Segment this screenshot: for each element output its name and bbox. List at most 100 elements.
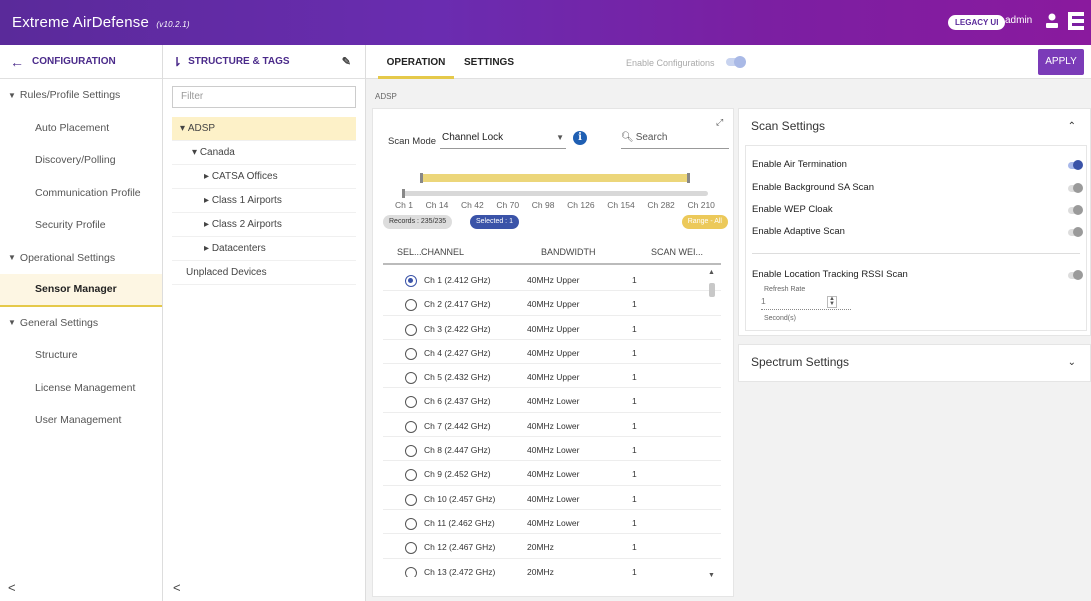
expand-icon[interactable]: ⤢: [716, 117, 723, 128]
nav-item-sensor-manager[interactable]: Sensor Manager: [0, 274, 162, 307]
table-row[interactable]: Ch 3 (2.422 GHz) 40MHz Upper 1: [383, 316, 721, 340]
column-bandwidth[interactable]: BANDWIDTH: [541, 247, 596, 257]
column-channel[interactable]: CHANNEL: [421, 247, 464, 257]
nav-item-license-management[interactable]: License Management: [0, 372, 162, 405]
channel-tick-label: Ch 70: [496, 200, 520, 210]
row-radio-button[interactable]: [405, 372, 417, 385]
tab-operation[interactable]: OPERATION: [378, 45, 454, 79]
chevron-up-icon[interactable]: ⌃: [1068, 121, 1076, 132]
structure-header: ⇂ STRUCTURE & TAGS ✎: [163, 45, 365, 79]
scroll-down-icon[interactable]: ▼: [708, 572, 715, 579]
nav-item-security-profile[interactable]: Security Profile: [0, 209, 162, 242]
tree-node[interactable]: ▸ Class 1 Airports: [172, 189, 356, 213]
cell-channel: Ch 1 (2.412 GHz): [424, 275, 491, 285]
air-termination-toggle[interactable]: [1068, 160, 1083, 170]
row-radio-button[interactable]: [405, 517, 417, 530]
spectrum-settings-panel[interactable]: Spectrum Settings ⌄: [738, 344, 1091, 382]
structure-heading: STRUCTURE & TAGS: [188, 56, 290, 67]
table-row[interactable]: Ch 13 (2.472 GHz) 20MHz 1: [383, 559, 721, 577]
selected-badge[interactable]: Selected : 1: [470, 215, 519, 229]
tree-toggle-icon[interactable]: ▾: [192, 147, 200, 158]
stepper-arrows-icon[interactable]: ▲ ▼: [827, 296, 837, 308]
table-row[interactable]: Ch 7 (2.442 GHz) 40MHz Lower 1: [383, 413, 721, 438]
table-row[interactable]: Ch 4 (2.427 GHz) 40MHz Upper 1: [383, 340, 721, 365]
row-radio-button[interactable]: [405, 566, 417, 577]
tree-node[interactable]: ▸ CATSA Offices: [172, 165, 356, 189]
table-row[interactable]: Ch 9 (2.452 GHz) 40MHz Lower 1: [383, 461, 721, 486]
edit-pencil-icon[interactable]: ✎: [342, 55, 351, 68]
range-end-handle[interactable]: [687, 173, 690, 183]
range-selection-bar[interactable]: [420, 173, 690, 183]
username-label[interactable]: admin: [1005, 15, 1032, 26]
row-radio-button[interactable]: [405, 420, 417, 433]
table-header: SEL... CHANNEL BANDWIDTH SCAN WEI...: [383, 239, 721, 265]
row-radio-button[interactable]: [405, 396, 417, 409]
row-radio-button[interactable]: [405, 542, 417, 555]
row-radio-button[interactable]: [405, 275, 417, 287]
tabs-bar: OPERATION SETTINGS Enable Configurations…: [366, 45, 1091, 79]
range-badge[interactable]: Range - All: [681, 215, 728, 229]
tree-toggle-icon[interactable]: ▸: [204, 243, 212, 254]
row-radio-button[interactable]: [405, 299, 417, 312]
tree-node[interactable]: ▾ Canada: [172, 141, 356, 165]
tree-node[interactable]: ▾ ADSP: [172, 117, 356, 141]
tree-node[interactable]: ▸ Class 2 Airports: [172, 213, 356, 237]
tab-settings[interactable]: SETTINGS: [464, 45, 514, 79]
table-row[interactable]: Ch 12 (2.467 GHz) 20MHz 1: [383, 534, 721, 559]
collapse-nav-icon[interactable]: <: [8, 580, 16, 595]
nav-item-operational-settings[interactable]: ▼ Operational Settings: [0, 242, 162, 275]
row-radio-button[interactable]: [405, 323, 417, 336]
scroll-thumb[interactable]: [709, 283, 715, 297]
channel-search-input[interactable]: 🔍︎ Search: [621, 129, 729, 149]
apply-button[interactable]: APPLY: [1038, 49, 1084, 75]
nav-item-label: License Management: [35, 381, 136, 394]
nav-item-auto-placement[interactable]: Auto Placement: [0, 112, 162, 145]
table-row[interactable]: Ch 5 (2.432 GHz) 40MHz Upper 1: [383, 364, 721, 389]
nav-item-discovery-polling[interactable]: Discovery/Polling: [0, 144, 162, 177]
nav-item-general-settings[interactable]: ▼ General Settings: [0, 307, 162, 340]
background-sa-toggle[interactable]: [1068, 183, 1083, 193]
configuration-back-button[interactable]: ← CONFIGURATION: [0, 45, 162, 79]
scroll-up-icon[interactable]: ▲: [708, 269, 715, 276]
collapse-structure-icon[interactable]: <: [173, 580, 181, 595]
range-start-handle[interactable]: [420, 173, 423, 183]
table-row[interactable]: Ch 8 (2.447 GHz) 40MHz Lower 1: [383, 437, 721, 462]
location-tracking-toggle[interactable]: [1068, 270, 1083, 280]
table-row[interactable]: Ch 2 (2.417 GHz) 40MHz Upper 1: [383, 291, 721, 316]
table-row[interactable]: Ch 6 (2.437 GHz) 40MHz Lower 1: [383, 388, 721, 413]
row-radio-button[interactable]: [405, 469, 417, 482]
tree-toggle-icon[interactable]: ▾: [180, 123, 188, 134]
row-radio-button[interactable]: [405, 445, 417, 458]
cell-channel: Ch 12 (2.467 GHz): [424, 542, 496, 553]
tree-toggle-icon[interactable]: ▸: [204, 219, 212, 230]
enable-configurations-toggle[interactable]: [726, 56, 746, 68]
column-select[interactable]: SEL...: [397, 247, 422, 257]
row-radio-button[interactable]: [405, 347, 417, 360]
wep-cloak-toggle[interactable]: [1068, 205, 1083, 215]
scan-mode-select[interactable]: Channel Lock ▼: [440, 129, 566, 149]
legacy-ui-button[interactable]: LEGACY UI: [948, 15, 1006, 30]
nav-item-structure[interactable]: Structure: [0, 339, 162, 372]
chevron-down-icon[interactable]: ⌄: [1068, 357, 1076, 368]
tree-toggle-icon[interactable]: ▸: [204, 195, 212, 206]
tree-toggle-icon[interactable]: ▸: [204, 171, 212, 182]
table-row[interactable]: Ch 11 (2.462 GHz) 40MHz Lower 1: [383, 510, 721, 535]
adaptive-scan-toggle[interactable]: [1068, 227, 1083, 237]
cell-bandwidth: 40MHz Upper: [527, 372, 580, 383]
column-scan-weight[interactable]: SCAN WEI...: [651, 247, 703, 257]
channel-slider-track[interactable]: [402, 189, 708, 198]
user-icon[interactable]: [1045, 13, 1059, 29]
tree-node[interactable]: ▸ Datacenters: [172, 237, 356, 261]
nav-item-rules-profile-settings[interactable]: ▼ Rules/Profile Settings: [0, 79, 162, 112]
structure-tree-icon: ⇂: [172, 54, 183, 69]
nav-item-user-management[interactable]: User Management: [0, 404, 162, 437]
row-radio-button[interactable]: [405, 493, 417, 506]
tree-node[interactable]: Unplaced Devices: [172, 261, 356, 285]
table-row[interactable]: Ch 10 (2.457 GHz) 40MHz Lower 1: [383, 486, 721, 510]
filter-input[interactable]: Filter: [172, 86, 356, 108]
nav-item-communication-profile[interactable]: Communication Profile: [0, 177, 162, 210]
refresh-rate-stepper[interactable]: 1 ▲ ▼: [761, 296, 851, 310]
table-scrollbar[interactable]: ▲ ▼: [707, 269, 717, 579]
table-row[interactable]: Ch 1 (2.412 GHz) 40MHz Upper 1: [383, 267, 721, 292]
info-icon[interactable]: i: [573, 131, 587, 145]
